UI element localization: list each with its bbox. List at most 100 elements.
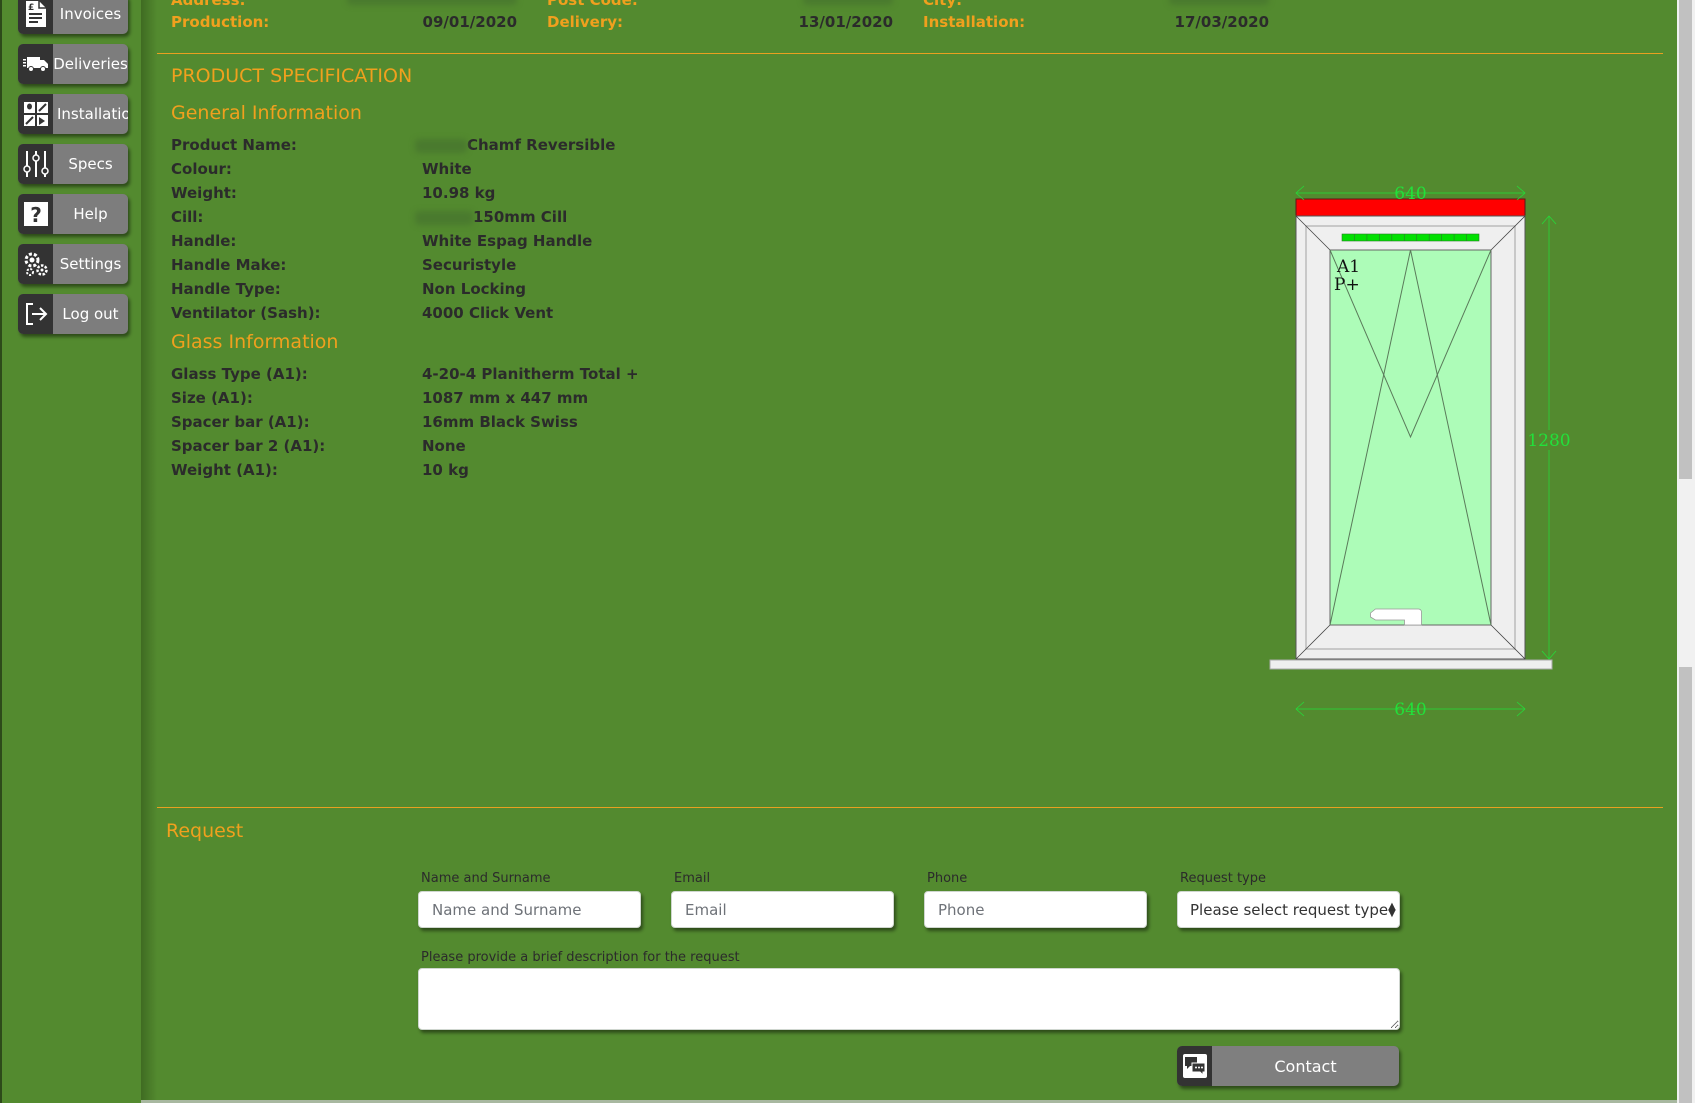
question-icon: ? — [18, 194, 53, 234]
spec-value: Chamf Reversible — [415, 136, 615, 154]
sidebar-item-logout[interactable]: Log out — [18, 294, 128, 334]
spec-label: Handle Type: — [171, 280, 281, 298]
installation-label: Installation: — [923, 13, 1026, 31]
spec-row: Spacer bar (A1): 16mm Black Swiss — [171, 413, 771, 435]
spec-row: Weight: 10.98 kg — [171, 184, 771, 206]
name-input[interactable] — [418, 891, 641, 928]
contact-button[interactable]: Contact — [1177, 1046, 1399, 1086]
address-value-redacted — [347, 0, 517, 5]
city-value-redacted — [1169, 0, 1269, 5]
svg-text:£: £ — [28, 3, 34, 13]
sidebar-item-label: Log out — [62, 305, 119, 323]
general-info-title: General Information — [171, 102, 362, 124]
delivery-field: Delivery: 13/01/2020 — [547, 13, 923, 35]
name-label: Name and Surname — [421, 871, 551, 886]
scrollbar-track-lower[interactable] — [1679, 667, 1692, 1103]
redacted-text — [415, 210, 473, 225]
city-label: City: — [923, 0, 963, 9]
sidebar: £ Invoices Deliveries Installations Spec… — [0, 0, 141, 1103]
spec-label: Handle: — [171, 232, 237, 250]
width-bottom-dimension-label: 640 — [1394, 700, 1426, 720]
spec-label: Handle Make: — [171, 256, 287, 274]
installation-date: 17/03/2020 — [1174, 13, 1269, 31]
spec-row: Colour: White — [171, 160, 771, 182]
spec-value: Securistyle — [422, 256, 517, 274]
postcode-label: Post Code: — [547, 0, 638, 9]
spec-value-text: Chamf Reversible — [467, 136, 616, 154]
request-type-select[interactable]: Please select request type ▲ ▼ — [1177, 891, 1400, 928]
section-divider — [157, 53, 1663, 54]
spec-label: Ventilator (Sash): — [171, 304, 321, 322]
spec-value: 4000 Click Vent — [422, 304, 554, 322]
spec-label: Weight: — [171, 184, 237, 202]
spec-value: 4-20-4 Planitherm Total + — [422, 365, 639, 383]
pane-label: A1 — [1336, 257, 1360, 277]
sidebar-item-settings[interactable]: Settings — [18, 244, 128, 284]
email-label: Email — [674, 871, 711, 886]
description-textarea[interactable] — [418, 968, 1400, 1030]
contact-label: Contact — [1274, 1056, 1337, 1076]
cill — [1269, 659, 1553, 670]
production-field: Production: 09/01/2020 — [171, 13, 547, 35]
width-top-dimension-label: 640 — [1394, 184, 1426, 204]
vertical-scrollbar[interactable] — [1677, 0, 1695, 1103]
order-info-row-address: Address: Post Code: City: — [171, 0, 1301, 13]
spec-value: 16mm Black Swiss — [422, 413, 578, 431]
phone-input[interactable] — [924, 891, 1147, 928]
delivery-date: 13/01/2020 — [798, 13, 893, 31]
spec-value: 10 kg — [422, 461, 469, 479]
spec-label: Cill: — [171, 208, 204, 226]
truck-icon — [18, 44, 53, 84]
production-label: Production: — [171, 13, 270, 31]
phone-label: Phone — [927, 871, 968, 886]
glass-info-title: Glass Information — [171, 331, 339, 353]
pane-sub-label: P+ — [1334, 275, 1360, 295]
sidebar-item-label: Deliveries — [53, 55, 128, 73]
email-input[interactable] — [671, 891, 894, 928]
description-label: Please provide a brief description for t… — [421, 950, 740, 965]
spec-row: Weight (A1): 10 kg — [171, 461, 771, 483]
spec-row: Handle: White Espag Handle — [171, 232, 771, 254]
spec-value: 10.98 kg — [422, 184, 496, 202]
spec-row: Handle Type: Non Locking — [171, 280, 771, 302]
gears-icon — [18, 244, 53, 284]
sidebar-item-label: Settings — [59, 255, 122, 273]
spec-label: Size (A1): — [171, 389, 253, 407]
sidebar-item-label: Specs — [68, 155, 113, 173]
main-content: Address: Post Code: City: Production: 09… — [157, 0, 1677, 1103]
sidebar-item-label: Help — [73, 205, 108, 223]
logout-icon — [18, 294, 53, 334]
sidebar-item-invoices[interactable]: £ Invoices — [18, 0, 128, 34]
sidebar-item-label: Installations — [57, 105, 128, 123]
city-field: City: — [923, 0, 1299, 13]
spec-value: 1087 mm x 447 mm — [422, 389, 589, 407]
spec-row: Product Name: Chamf Reversible — [171, 136, 771, 158]
sidebar-item-label: Invoices — [59, 5, 122, 23]
spec-label: Colour: — [171, 160, 232, 178]
chat-icon — [1177, 1046, 1212, 1086]
request-title: Request — [166, 820, 244, 842]
spec-value: None — [422, 437, 466, 455]
spec-row: Size (A1): 1087 mm x 447 mm — [171, 389, 771, 411]
spec-label: Weight (A1): — [171, 461, 278, 479]
product-spec-title: PRODUCT SPECIFICATION — [171, 65, 413, 87]
postcode-value-redacted — [803, 0, 893, 5]
spec-row: Ventilator (Sash): 4000 Click Vent — [171, 304, 771, 326]
address-field: Address: — [171, 0, 547, 13]
spec-row: Handle Make: Securistyle — [171, 256, 771, 278]
scrollbar-track-upper[interactable] — [1679, 0, 1692, 479]
order-info-row-dates: Production: 09/01/2020 Delivery: 13/01/2… — [171, 13, 1301, 35]
installation-field: Installation: 17/03/2020 — [923, 13, 1299, 35]
sidebar-item-specs[interactable]: Specs — [18, 144, 128, 184]
delivery-label: Delivery: — [547, 13, 624, 31]
svg-text:?: ? — [30, 203, 42, 227]
sidebar-item-deliveries[interactable]: Deliveries — [18, 44, 128, 84]
sidebar-item-help[interactable]: ? Help — [18, 194, 128, 234]
request-divider — [157, 807, 1663, 808]
sidebar-item-installations[interactable]: Installations — [18, 94, 128, 134]
spec-value: White Espag Handle — [422, 232, 593, 250]
select-arrows-icon: ▲ ▼ — [1388, 900, 1396, 919]
window-drawing: A1P+ 640 640 1280 — [1269, 184, 1571, 720]
address-label: Address: — [171, 0, 246, 9]
spec-label: Glass Type (A1): — [171, 365, 308, 383]
